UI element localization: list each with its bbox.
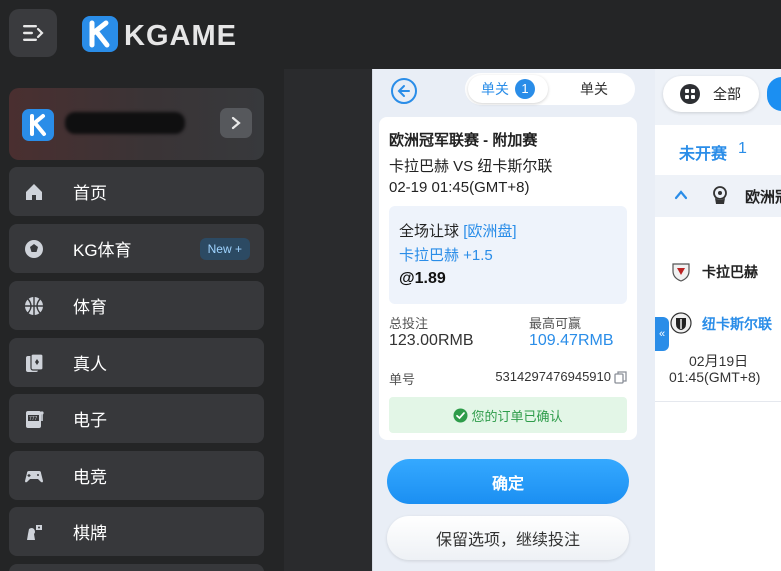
sidebar-item-label: 电竞 [73,468,107,487]
grid-icon [680,84,700,104]
sidebar-item-chess-cards[interactable]: 棋牌 [9,507,264,556]
dim-overlay[interactable] [284,69,372,571]
sidebar-item-esports[interactable]: 电竞 [9,451,264,500]
gamepad-icon [22,464,46,488]
league-row[interactable]: 欧洲冠 [655,175,781,217]
svg-text:777: 777 [29,416,38,422]
check-circle-icon [453,408,468,422]
order-number: 5314297476945910 [495,369,611,384]
stake-label: 总投注 [389,316,429,331]
odds-value: @1.89 [399,270,446,287]
stake-value: 123.00RMB [389,332,474,349]
divider [655,401,781,402]
tab-single-active[interactable]: 单关 1 [468,75,548,103]
sidebar-item-partial[interactable] [9,564,264,571]
bet-card: 欧洲冠军联赛 - 附加赛 卡拉巴赫 VS 纽卡斯尔联 02-19 01:45(G… [379,117,637,440]
max-win-label: 最高可赢 [529,316,582,331]
soccer-ball-icon [22,237,46,261]
selection-box: 全场让球 [欧洲盘] 卡拉巴赫 +1.5 @1.89 [389,206,627,304]
sidebar-item-sports[interactable]: 体育 [9,281,264,330]
event-time: 01:45(GMT+8) [669,369,761,385]
market-name: 全场让球 [欧洲盘] [399,223,517,240]
selection-name: 卡拉巴赫 +1.5 [399,247,493,264]
not-started-count: 1 [738,140,747,157]
sidebar-item-label: KG体育 [73,241,132,260]
filter-bar: 全部 [655,69,781,125]
cards-icon [22,351,46,375]
away-team-name: 纽卡斯尔联 [702,316,772,332]
team-row-home[interactable]: 卡拉巴赫 [655,256,781,286]
copy-icon[interactable] [614,371,627,384]
team-crest-icon [670,312,692,334]
keep-selections-button[interactable]: 保留选项，继续投注 [387,516,629,560]
arrow-left-icon [397,85,410,97]
events-panel: 全部 未开赛 1 欧洲冠 卡拉巴赫 纽卡斯尔联 « 02月19日 01:45(G… [655,69,781,571]
chevron-up-icon [674,190,688,200]
logo-text: KGAME [124,20,237,52]
slot-machine-icon: 777 [22,407,46,431]
tab-single[interactable]: 单关 [557,75,631,103]
user-avatar-icon [22,109,54,141]
basketball-icon [22,294,46,318]
chevron-right-icon [231,116,241,130]
team-crest-icon [672,263,690,282]
expand-tab[interactable]: « [655,317,669,351]
chess-icon [22,520,46,544]
match-time: 02-19 01:45(GMT+8) [389,179,530,196]
order-confirmed-banner: 您的订单已确认 [389,397,627,433]
user-arrow-button[interactable] [220,108,252,138]
champions-league-icon [713,186,727,204]
sidebar-item-live-casino[interactable]: 真人 [9,338,264,387]
sidebar: 首页 KG体育 New + 体育 真人 777 电子 电竞 棋牌 [0,69,284,571]
match-name: 卡拉巴赫 VS 纽卡斯尔联 [389,158,553,175]
betslip-panel: 单关 1 单关 欧洲冠军联赛 - 附加赛 卡拉巴赫 VS 纽卡斯尔联 02-19… [372,69,655,571]
bet-type-tabs: 单关 1 单关 [465,73,635,105]
ok-button[interactable]: 确定 [387,459,629,504]
sidebar-item-slots[interactable]: 777 电子 [9,394,264,443]
sidebar-item-label: 体育 [73,298,107,317]
new-badge: New + [199,238,250,260]
betslip-header: 单关 1 单关 [373,69,656,113]
home-icon [22,180,46,204]
tab-count-badge: 1 [515,79,535,99]
masked-username [65,112,185,134]
sidebar-item-label: 电子 [73,411,107,430]
kgame-logo[interactable]: KGAME [80,12,240,56]
league-name: 欧洲冠军联赛 - 附加赛 [389,132,538,149]
team-row-away[interactable]: 纽卡斯尔联 [655,308,781,338]
back-button[interactable] [391,78,417,104]
hamburger-menu-icon [23,25,44,41]
max-win-value: 109.47RMB [529,332,614,349]
filter-next-button[interactable] [767,77,781,111]
event-date: 02月19日 [689,353,749,369]
home-team-name: 卡拉巴赫 [702,264,758,280]
sidebar-item-home[interactable]: 首页 [9,167,264,216]
order-label: 单号 [389,372,416,387]
sidebar-item-label: 首页 [73,184,107,203]
market-tag: [欧洲盘] [463,223,517,240]
sidebar-item-kg-sports[interactable]: KG体育 New + [9,224,264,273]
top-bar: KGAME [0,0,781,69]
sidebar-item-label: 真人 [73,355,107,374]
menu-button[interactable] [9,9,57,57]
filter-all-button[interactable]: 全部 [663,76,759,112]
user-card[interactable] [9,88,264,160]
not-started-title: 未开赛 [679,146,728,163]
sidebar-item-label: 棋牌 [73,524,107,543]
